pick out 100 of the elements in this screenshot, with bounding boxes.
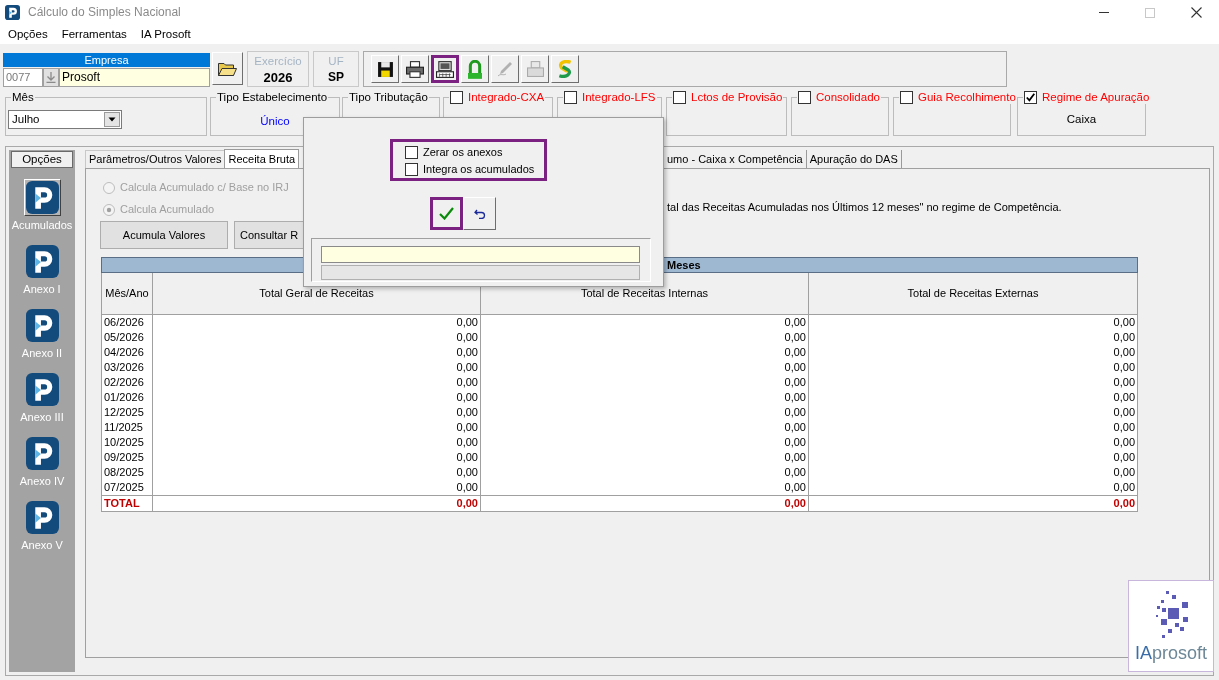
total-cell: TOTAL	[101, 495, 153, 512]
total-cell: 0,00	[808, 495, 1138, 512]
input-field[interactable]	[321, 246, 640, 263]
table-cell: 0,00	[480, 375, 809, 390]
confirm-button[interactable]	[430, 197, 463, 230]
undo-button[interactable]	[463, 197, 496, 230]
printer-icon	[406, 60, 424, 78]
table-cell: 09/2025	[101, 450, 153, 465]
field-label: UF	[328, 54, 344, 68]
p-logo-icon	[25, 181, 59, 214]
table-cell: 0,00	[480, 480, 809, 496]
table-cell: 0,00	[808, 480, 1138, 496]
column-header: Mês/Ano	[101, 272, 153, 315]
swirl-logo-icon	[557, 60, 573, 78]
table-cell: 0,00	[480, 465, 809, 480]
field-value: 2026	[263, 70, 293, 84]
checkmark-icon	[1026, 92, 1035, 102]
checkbox[interactable]	[798, 90, 811, 104]
undo-icon	[473, 208, 486, 219]
group-label: Tipo Tributação	[348, 90, 429, 104]
table-cell: 0,00	[152, 465, 481, 480]
option-value: Caixa	[1066, 113, 1097, 126]
option-label: Integrado-CXA	[468, 90, 545, 104]
table-cell: 0,00	[152, 330, 481, 345]
menu-item[interactable]: Opções	[4, 25, 52, 44]
stack-icon	[526, 61, 544, 77]
table-cell: 0,00	[480, 390, 809, 405]
p-logo-icon	[25, 309, 59, 342]
field-value: SP	[328, 70, 344, 84]
p-logo-icon	[25, 245, 59, 278]
action-button[interactable]: Consultar R	[234, 221, 306, 249]
minimize-icon	[1099, 12, 1109, 13]
table-cell: 02/2026	[101, 375, 153, 390]
table-cell: 0,00	[480, 330, 809, 345]
table-cell: 0,00	[808, 390, 1138, 405]
table-cell: 0,00	[808, 360, 1138, 375]
arrow-down-icon	[46, 72, 56, 83]
table-cell: 0,00	[480, 450, 809, 465]
checkbox[interactable]	[405, 146, 418, 159]
table-cell: 0,00	[808, 465, 1138, 480]
total-cell: 0,00	[480, 495, 809, 512]
table-cell: 08/2025	[101, 465, 153, 480]
padlock-icon	[468, 59, 482, 79]
option-label: Zerar os anexos	[423, 146, 503, 159]
info-text: tal das Receitas Acumuladas nos Últimos 12 meses" no regime de Competência.	[667, 200, 1062, 214]
checkbox[interactable]	[450, 90, 463, 104]
table-cell: 0,00	[152, 345, 481, 360]
checkbox[interactable]	[1024, 90, 1037, 104]
dots-logo-icon	[1153, 591, 1189, 639]
table-cell: 0,00	[152, 435, 481, 450]
field-value: Único	[260, 115, 290, 128]
table-cell: 0,00	[808, 420, 1138, 435]
table-cell: 0,00	[152, 450, 481, 465]
options-button[interactable]: Opções	[11, 151, 73, 168]
table-cell: 0,00	[480, 405, 809, 420]
checkbox[interactable]	[405, 163, 418, 176]
lookup-button[interactable]	[43, 68, 59, 87]
option-label: Lctos de Provisão	[691, 90, 783, 104]
toolbar-button[interactable]	[431, 55, 459, 83]
group-label: Tipo Estabelecimento	[216, 90, 329, 104]
table-cell: 0,00	[480, 360, 809, 375]
checkmark-icon	[439, 207, 454, 220]
code-field[interactable]: 0077	[3, 68, 43, 87]
month-dropdown[interactable]: Julho	[8, 110, 122, 129]
option-label: Consolidado	[816, 90, 880, 104]
checkbox[interactable]	[900, 90, 913, 104]
table-cell: 10/2025	[101, 435, 153, 450]
table-cell: 0,00	[152, 390, 481, 405]
option-label: Regime de Apuração	[1042, 90, 1150, 104]
action-button[interactable]: Acumula Valores	[100, 221, 228, 249]
table-cell: 0,00	[480, 420, 809, 435]
field-label: Exercício	[254, 54, 302, 68]
close-icon	[1190, 7, 1202, 18]
p-logo-icon	[25, 501, 59, 534]
tab[interactable]: Receita Bruta	[224, 149, 300, 168]
open-folder-button[interactable]	[212, 52, 243, 85]
table-cell: 0,00	[480, 345, 809, 360]
p-logo-icon	[25, 437, 59, 470]
window-title: Cálculo do Simples Nacional	[28, 6, 181, 19]
name-field[interactable]: Prosoft	[59, 68, 210, 87]
column-header: Total de Receitas Externas	[808, 272, 1138, 315]
table-cell: 0,00	[152, 420, 481, 435]
option-label: Integra os acumulados	[423, 163, 535, 176]
maximize-icon	[1145, 7, 1155, 18]
table-cell: 0,00	[808, 345, 1138, 360]
pen-icon	[497, 61, 513, 77]
table-cell: 05/2026	[101, 330, 153, 345]
table-cell: 07/2025	[101, 480, 153, 496]
table-cell: 03/2026	[101, 360, 153, 375]
table-cell: 12/2025	[101, 405, 153, 420]
app-icon	[5, 5, 20, 20]
menu-item[interactable]: IA Prosoft	[136, 25, 195, 44]
menu-item[interactable]: Ferramentas	[57, 25, 131, 44]
table-cell: 04/2026	[101, 345, 153, 360]
computer-icon	[436, 60, 454, 78]
tab[interactable]: Apuração do DAS	[806, 150, 902, 168]
group-label: Mês	[11, 90, 35, 104]
checkbox[interactable]	[564, 90, 577, 104]
checkbox[interactable]	[673, 90, 686, 104]
option-label: Integrado-LFS	[582, 90, 656, 104]
